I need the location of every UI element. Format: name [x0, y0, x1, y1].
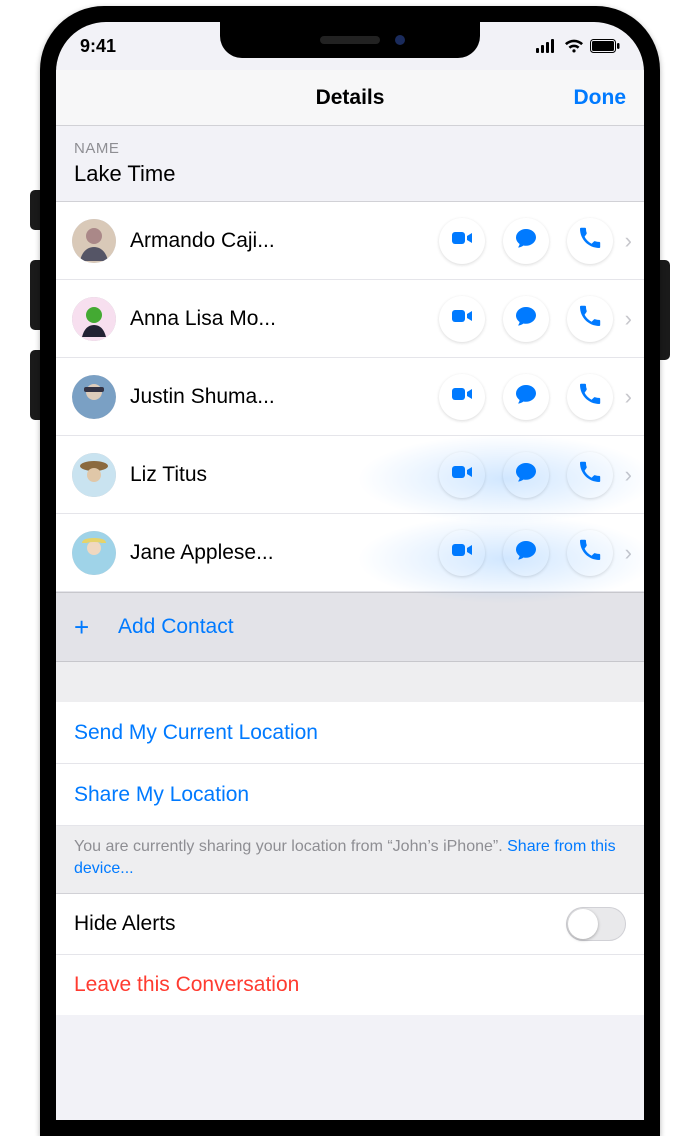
- message-button[interactable]: [503, 452, 549, 498]
- device-notch: [220, 22, 480, 58]
- nav-title: Details: [316, 86, 385, 110]
- video-icon: [450, 226, 474, 255]
- name-section-header: NAME: [56, 126, 644, 161]
- avatar: [72, 453, 116, 497]
- contact-name: Justin Shuma...: [130, 385, 320, 409]
- video-call-button[interactable]: [439, 296, 485, 342]
- device-volume-down: [30, 350, 40, 420]
- phone-call-button[interactable]: [567, 218, 613, 264]
- message-button[interactable]: [503, 218, 549, 264]
- device-power-button: [660, 260, 670, 360]
- phone-call-button[interactable]: [567, 296, 613, 342]
- plus-icon: +: [74, 612, 102, 643]
- share-location-button[interactable]: Share My Location: [56, 764, 644, 826]
- hide-alerts-label: Hide Alerts: [74, 912, 176, 936]
- contact-name: Liz Titus: [130, 463, 320, 487]
- video-call-button[interactable]: [439, 374, 485, 420]
- message-button[interactable]: [503, 374, 549, 420]
- avatar: [72, 297, 116, 341]
- contact-row[interactable]: Liz Titus ›: [56, 436, 644, 514]
- phone-icon: [578, 226, 602, 255]
- wifi-icon: [564, 39, 584, 53]
- message-icon: [514, 460, 538, 489]
- device-volume-up: [30, 260, 40, 330]
- contact-name: Jane Applese...: [130, 541, 320, 565]
- hide-alerts-row: Hide Alerts: [56, 893, 644, 955]
- message-icon: [514, 304, 538, 333]
- chevron-right-icon: ›: [625, 228, 632, 254]
- chevron-right-icon: ›: [625, 384, 632, 410]
- phone-icon: [578, 304, 602, 333]
- add-contact-label: Add Contact: [118, 615, 234, 639]
- message-icon: [514, 226, 538, 255]
- device-frame: 9:41 Details Done NAME Lake Time: [40, 6, 660, 1136]
- avatar: [72, 531, 116, 575]
- phone-icon: [578, 460, 602, 489]
- avatar: [72, 375, 116, 419]
- phone-icon: [578, 382, 602, 411]
- add-contact-button[interactable]: + Add Contact: [56, 592, 644, 662]
- leave-conversation-button[interactable]: Leave this Conversation: [56, 955, 644, 1015]
- phone-call-button[interactable]: [567, 452, 613, 498]
- video-call-button[interactable]: [439, 218, 485, 264]
- toggle-knob: [568, 909, 598, 939]
- message-button[interactable]: [503, 296, 549, 342]
- device-mute-switch: [30, 190, 40, 230]
- contact-row[interactable]: Armando Caji... ›: [56, 202, 644, 280]
- video-icon: [450, 460, 474, 489]
- send-location-button[interactable]: Send My Current Location: [56, 702, 644, 764]
- group-name-value[interactable]: Lake Time: [56, 161, 644, 202]
- battery-icon: [590, 39, 620, 53]
- footnote-text: You are currently sharing your location …: [74, 838, 507, 855]
- hide-alerts-toggle[interactable]: [566, 907, 626, 941]
- status-time: 9:41: [80, 36, 116, 57]
- contact-list: Armando Caji... › Anna Lisa Mo...: [56, 202, 644, 592]
- video-call-button[interactable]: [439, 452, 485, 498]
- location-footnote: You are currently sharing your location …: [56, 826, 644, 893]
- contact-row[interactable]: Jane Applese... ›: [56, 514, 644, 592]
- section-gap: [56, 662, 644, 702]
- avatar: [72, 219, 116, 263]
- contact-row[interactable]: Anna Lisa Mo... ›: [56, 280, 644, 358]
- done-button[interactable]: Done: [574, 86, 627, 110]
- chevron-right-icon: ›: [625, 306, 632, 332]
- contact-name: Armando Caji...: [130, 229, 320, 253]
- cellular-signal-icon: [536, 39, 558, 53]
- nav-bar: Details Done: [56, 70, 644, 126]
- chevron-right-icon: ›: [625, 540, 632, 566]
- phone-icon: [578, 538, 602, 567]
- video-icon: [450, 538, 474, 567]
- phone-call-button[interactable]: [567, 374, 613, 420]
- video-icon: [450, 382, 474, 411]
- message-icon: [514, 538, 538, 567]
- contact-name: Anna Lisa Mo...: [130, 307, 320, 331]
- chevron-right-icon: ›: [625, 462, 632, 488]
- phone-call-button[interactable]: [567, 530, 613, 576]
- message-button[interactable]: [503, 530, 549, 576]
- screen: 9:41 Details Done NAME Lake Time: [56, 22, 644, 1120]
- contact-row[interactable]: Justin Shuma... ›: [56, 358, 644, 436]
- message-icon: [514, 382, 538, 411]
- video-icon: [450, 304, 474, 333]
- video-call-button[interactable]: [439, 530, 485, 576]
